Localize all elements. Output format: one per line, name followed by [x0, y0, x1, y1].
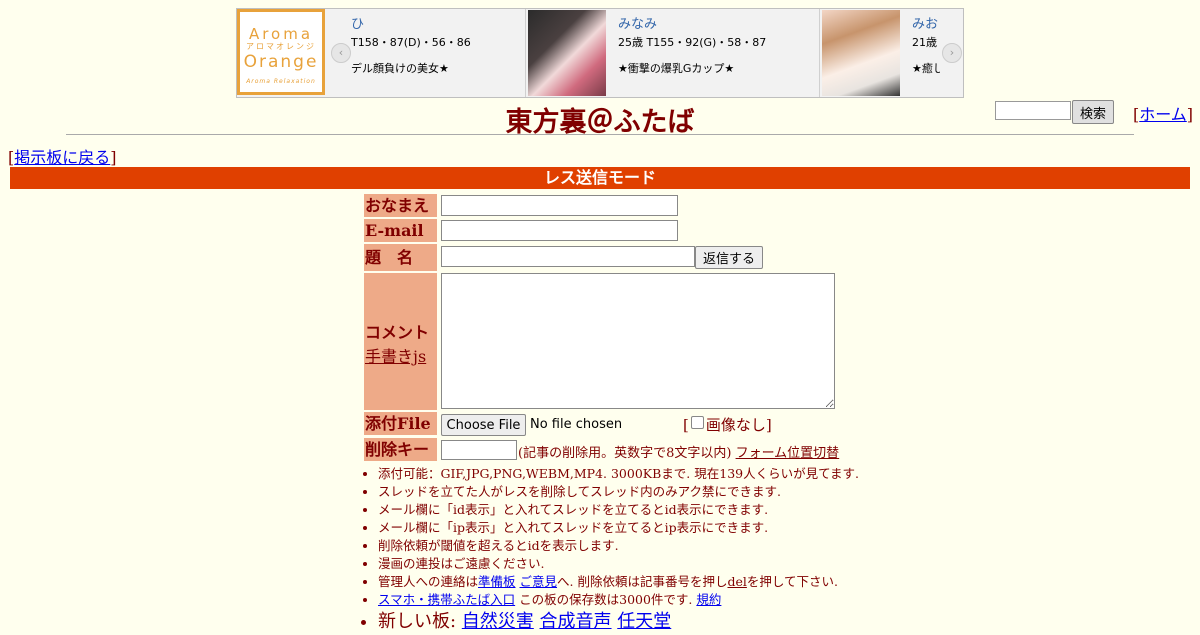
home-link[interactable]: ホーム [1139, 105, 1187, 124]
list-item: 添付可能：GIF,JPG,PNG,WEBM,MP4. 3000KBまで. 現在1… [378, 465, 859, 483]
delete-key-note: (記事の削除用。英数字で8文字以内) フォーム位置切替 [518, 442, 839, 461]
shop-logo[interactable]: Aroma アロマオレンジ Orange Aroma Relaxation [237, 9, 325, 95]
file-status-text: No file chosen [530, 417, 623, 432]
banner-card[interactable]: みお 21歳 T ★癒し [819, 9, 940, 97]
new-board-link[interactable]: 任天堂 [617, 611, 671, 632]
contact-text: 管理人への連絡は [378, 574, 479, 589]
list-item: メール欄に「id表示」と入れてスレッドを立てるとid表示にできます. [378, 501, 859, 519]
ad-banner[interactable]: Aroma アロマオレンジ Orange Aroma Relaxation ‹ … [236, 8, 964, 98]
card-specs: 25歳 T155・92(G)・58・87 [618, 36, 767, 49]
feedback-link[interactable]: ご意見 [520, 574, 558, 589]
name-label: おなまえ [364, 194, 437, 217]
submit-reply-button[interactable]: 返信する [695, 246, 763, 269]
carousel-right-arrow-icon[interactable]: › [942, 43, 962, 63]
search-button[interactable]: 検索 [1072, 100, 1114, 124]
bracket-close: ] [110, 148, 117, 167]
card-name: みなみ [618, 17, 658, 32]
delete-key-field[interactable] [441, 440, 517, 460]
board-notes-list: 添付可能：GIF,JPG,PNG,WEBM,MP4. 3000KBまで. 現在1… [362, 465, 859, 633]
comment-textarea[interactable] [441, 273, 835, 409]
card-specs: T158・87(D)・56・86 [351, 36, 471, 49]
delete-request-suffix: を押して下さい. [746, 574, 838, 589]
comment-label: コメント [365, 323, 430, 342]
logo-line2: アロマオレンジ [246, 42, 316, 51]
mobile-entrance-link[interactable]: スマホ・携帯ふたば入口 [378, 592, 515, 607]
no-image-option[interactable]: [画像なし] [683, 414, 772, 435]
list-item: 新しい板: 自然災害 合成音声 任天堂 [378, 609, 859, 633]
search-input[interactable] [995, 101, 1071, 120]
carousel-left-arrow-icon[interactable]: ‹ [331, 43, 351, 63]
email-field[interactable] [441, 220, 678, 241]
handwriting-link[interactable]: 手書きjs [365, 347, 426, 366]
prep-board-link[interactable]: 準備板 [478, 574, 516, 589]
new-board-link[interactable]: 合成音声 [540, 611, 612, 632]
back-link-wrapper: [掲示板に戻る] [8, 144, 117, 168]
list-item: 削除依頼が閾値を超えるとidを表示します. [378, 537, 859, 555]
storage-text: この板の保存数は3000件です. [515, 592, 697, 607]
logo-line3: Orange [243, 52, 319, 72]
banner-card[interactable]: ひ T158・87(D)・56・86 デル顔負けの美女★ [351, 9, 525, 97]
comment-label-cell: コメント 手書きjs [364, 273, 437, 410]
delete-key-hint: (記事の削除用。英数字で8文字以内) [518, 446, 732, 461]
logo-line4: Aroma Relaxation [246, 78, 316, 85]
delete-request-text: へ. 削除依頼は記事番号を押し [557, 574, 728, 589]
name-field[interactable] [441, 195, 678, 216]
card-catchphrase: ★衝撃の爆乳Gカップ★ [618, 62, 735, 75]
card-catchphrase: ★癒し [912, 62, 940, 75]
no-image-checkbox[interactable] [690, 416, 704, 429]
banner-card[interactable]: みなみ 25歳 T155・92(G)・58・87 ★衝撃の爆乳Gカップ★ [525, 9, 819, 97]
list-item: 漫画の連投はご遠慮ください. [378, 555, 859, 573]
new-board-link[interactable]: 自然災害 [462, 611, 534, 632]
delete-key-label: 削除キー [364, 438, 437, 461]
title-divider [66, 134, 1134, 135]
back-to-board-link[interactable]: 掲示板に戻る [14, 148, 110, 167]
list-item: スレッドを立てた人がレスを削除してスレッド内のみアク禁にできます. [378, 483, 859, 501]
subject-field[interactable] [441, 246, 695, 267]
logo-line1: Aroma [248, 25, 314, 43]
email-label: E-mail [364, 219, 437, 242]
card-specs: 21歳 T [912, 36, 940, 49]
list-item: メール欄に「ip表示」と入れてスレッドを立てるとip表示にできます. [378, 519, 859, 537]
list-item: 管理人への連絡は準備板 ご意見へ. 削除依頼は記事番号を押しdelを押して下さい… [378, 573, 859, 591]
no-image-label: 画像なし [705, 416, 766, 434]
card-name: ひ [351, 17, 365, 32]
card-name: みお [912, 17, 939, 32]
card-photo [528, 10, 606, 96]
terms-link[interactable]: 規約 [696, 592, 721, 607]
form-position-toggle-link[interactable]: フォーム位置切替 [736, 446, 840, 461]
card-catchphrase: デル顔負けの美女★ [351, 62, 449, 75]
subject-label: 題 名 [364, 244, 437, 271]
card-photo [822, 10, 900, 96]
new-boards-label: 新しい板: [378, 611, 462, 632]
file-label: 添付File [364, 412, 437, 435]
choose-file-button[interactable]: Choose File [441, 414, 526, 436]
bracket-close: ] [1186, 105, 1194, 124]
reply-mode-bar: レス送信モード [10, 167, 1190, 189]
home-link-wrapper: [ホーム] [1133, 101, 1193, 125]
del-link[interactable]: del [727, 574, 746, 589]
list-item: スマホ・携帯ふたば入口 この板の保存数は3000件です. 規約 [378, 591, 859, 609]
